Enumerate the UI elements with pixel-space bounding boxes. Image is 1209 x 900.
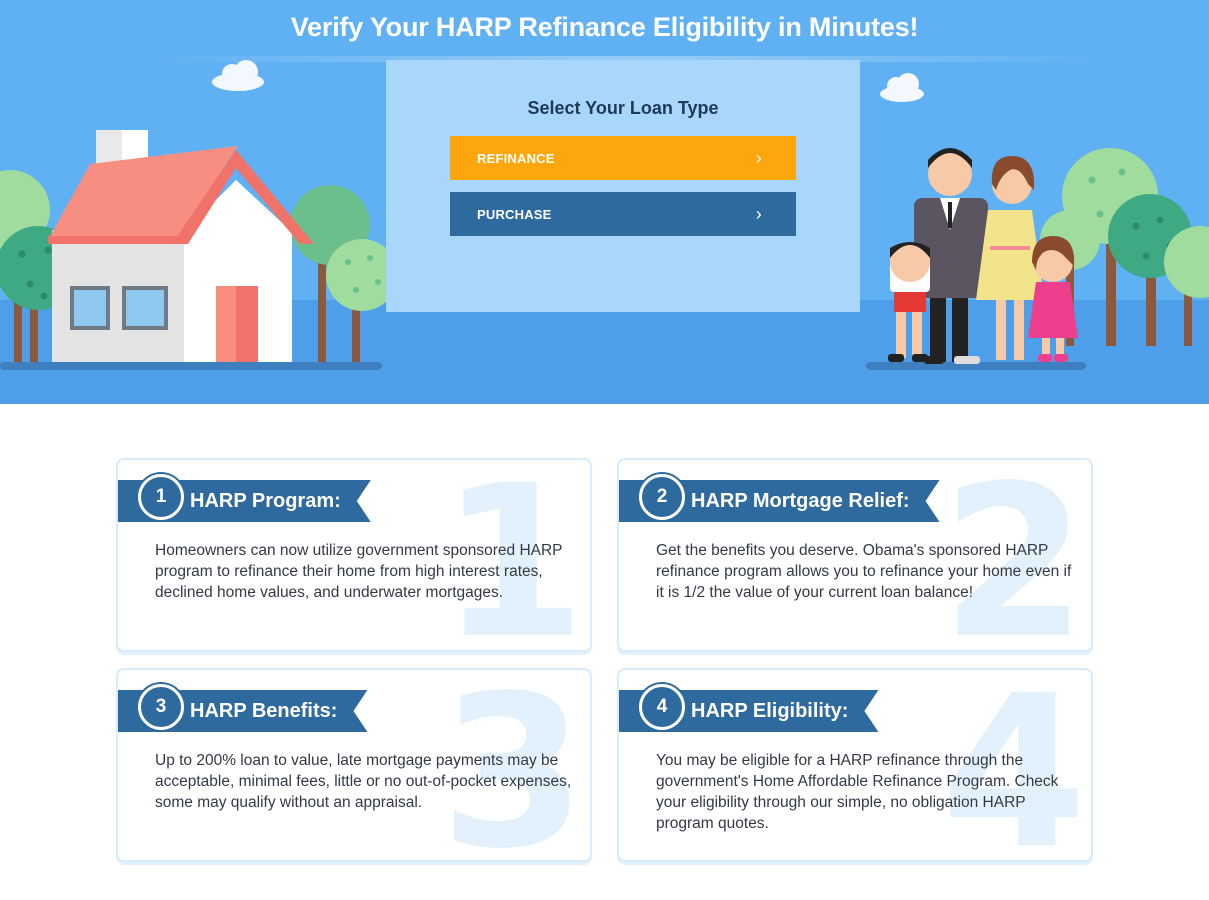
chevron-right-icon: ›: [755, 203, 762, 224]
info-card-harp-benefits: 3 HARP Benefits: 3 Up to 200% loan to va…: [116, 668, 592, 862]
card-title: HARP Benefits:: [190, 699, 338, 722]
card-number-badge: 2: [639, 474, 685, 520]
hero-banner: Verify Your HARP Refinance Eligibility i…: [0, 0, 1209, 404]
loan-type-heading: Select Your Loan Type: [527, 98, 719, 118]
card-title: HARP Mortgage Relief:: [691, 489, 910, 512]
refinance-button-label: REFINANCE: [477, 150, 555, 166]
info-card-harp-eligibility: 4 HARP Eligibility: 4 You may be eligibl…: [617, 668, 1093, 862]
card-text: You may be eligible for a HARP refinance…: [656, 752, 1059, 832]
card-text: Get the benefits you deserve. Obama's sp…: [656, 542, 1072, 601]
house-illustration: [0, 60, 398, 370]
loan-type-panel: Select Your Loan Type REFINANCE › PURCHA…: [386, 60, 860, 312]
chevron-right-icon: ›: [755, 147, 762, 168]
family-illustration: [866, 73, 1209, 370]
purchase-button-label: PURCHASE: [477, 206, 552, 222]
card-text: Up to 200% loan to value, late mortgage …: [155, 752, 572, 811]
card-text: Homeowners can now utilize government sp…: [155, 542, 563, 601]
purchase-button[interactable]: PURCHASE ›: [450, 192, 796, 236]
cloud-icon: [212, 60, 264, 91]
info-card-harp-mortgage-relief: 2 HARP Mortgage Relief: 2 Get the benefi…: [617, 458, 1093, 652]
cloud-icon: [880, 73, 924, 102]
card-number-badge: 3: [138, 684, 184, 730]
refinance-button[interactable]: REFINANCE ›: [450, 136, 796, 180]
card-number-badge: 1: [138, 474, 184, 520]
card-title: HARP Program:: [190, 489, 341, 512]
card-title: HARP Eligibility:: [691, 699, 849, 722]
card-number-badge: 4: [639, 684, 685, 730]
info-card-harp-program: 1 HARP Program: 1 Homeowners can now uti…: [116, 458, 592, 652]
